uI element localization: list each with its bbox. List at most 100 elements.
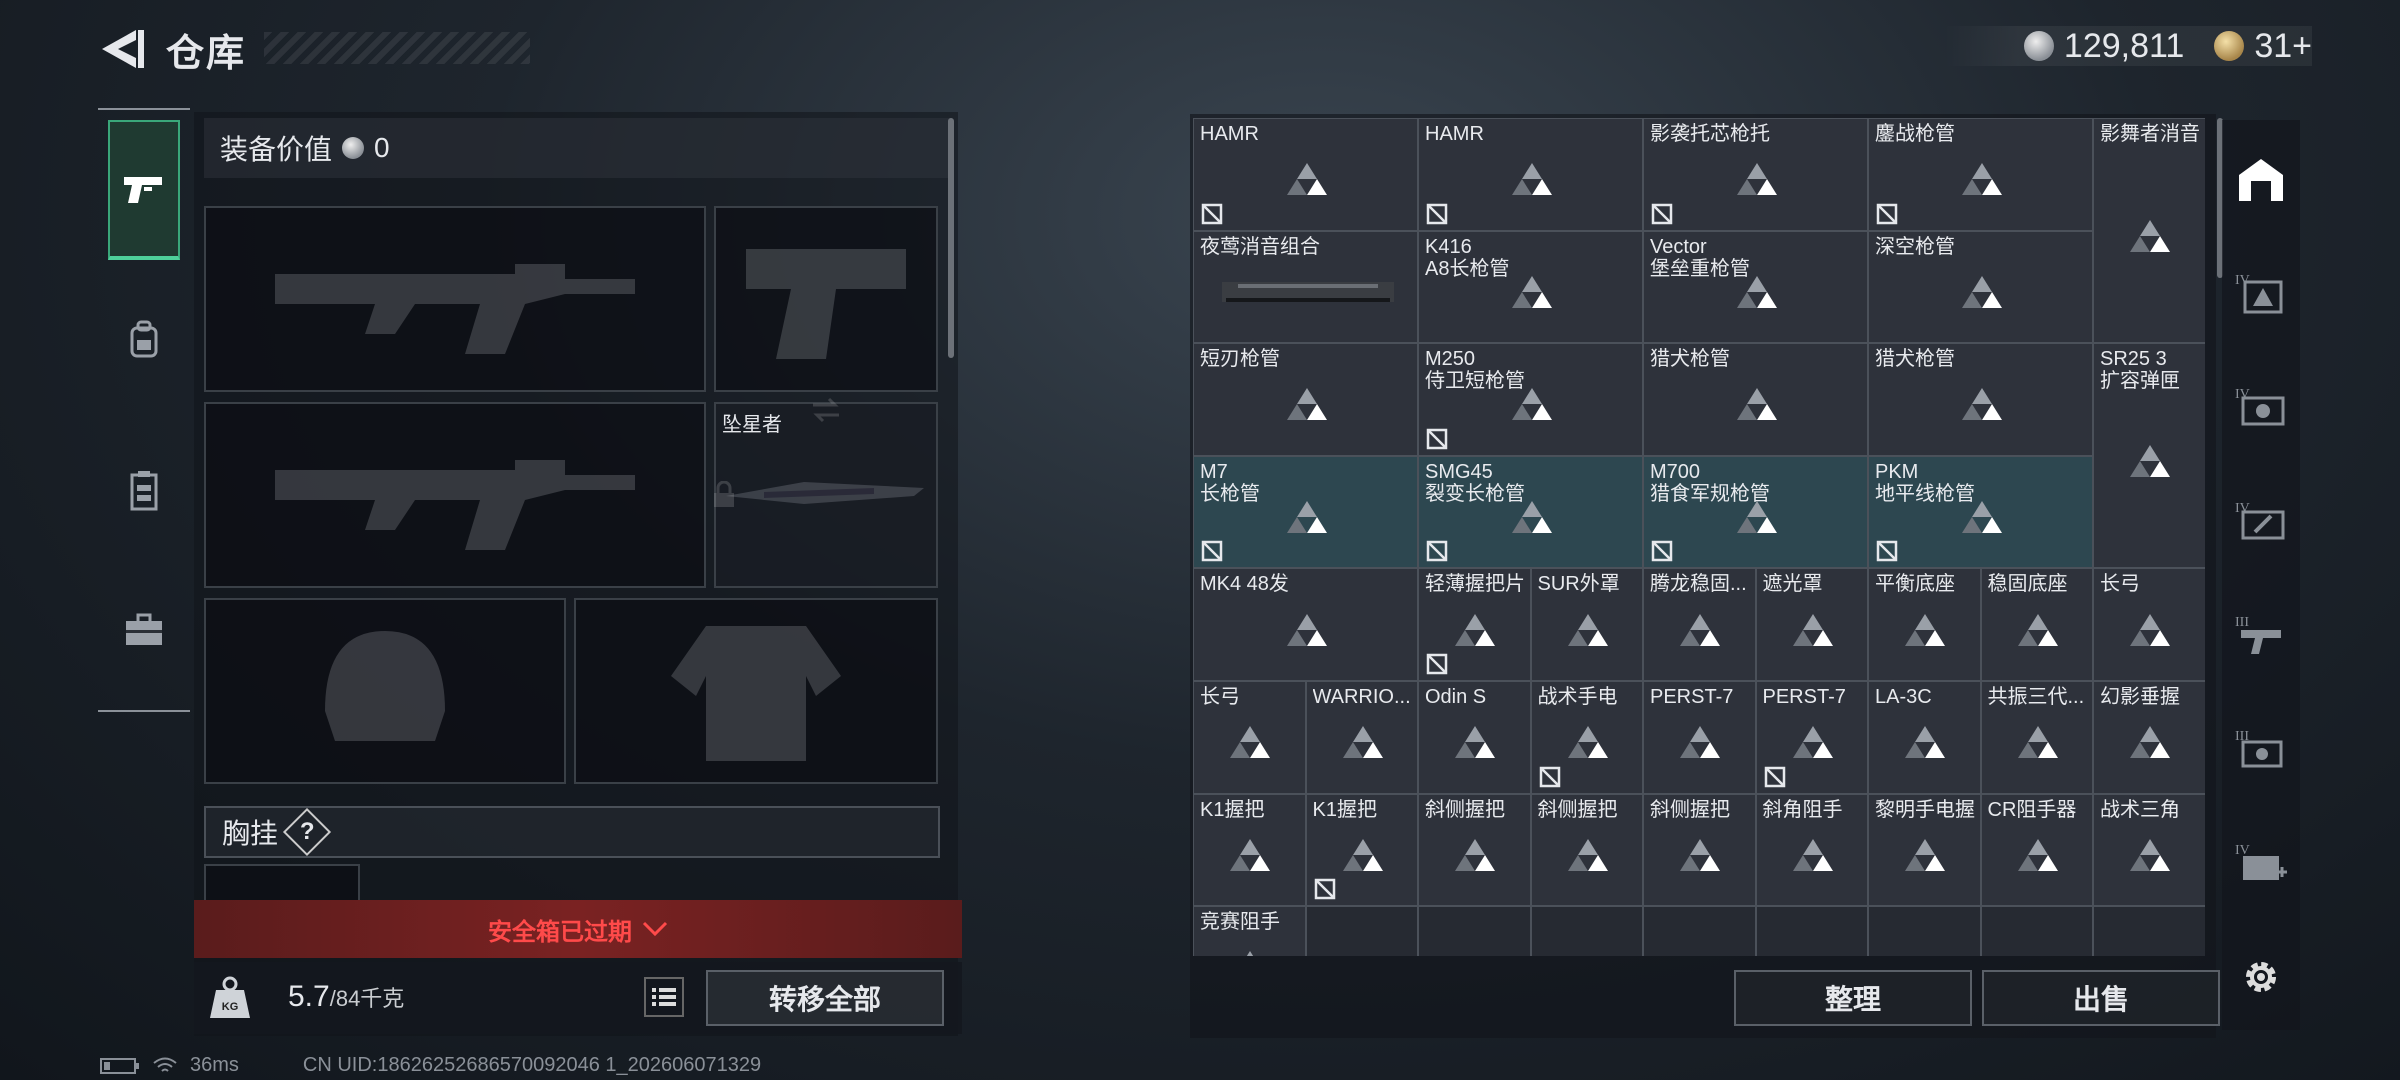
chest-rig-label: 胸挂	[222, 818, 279, 849]
tier-triangle-icon	[1230, 838, 1271, 871]
storage-item[interactable]: K416 A8长枪管	[1418, 230, 1643, 344]
chest-rig-slot[interactable]	[204, 864, 360, 900]
tab-backpack[interactable]	[108, 270, 180, 410]
no-entry-icon	[1539, 766, 1560, 787]
tier-triangle-icon	[1961, 275, 2002, 308]
tab-weapons[interactable]	[108, 120, 180, 260]
tier-triangle-icon	[1286, 501, 1327, 534]
storage-item[interactable]: PERST-7	[1643, 681, 1756, 794]
settings-button[interactable]	[2230, 946, 2292, 1008]
storage-item[interactable]: MK4 48发	[1193, 568, 1418, 681]
empty-slot[interactable]	[1418, 906, 1531, 956]
tab-storage-tier4-b[interactable]: IV	[2230, 376, 2292, 438]
storage-item[interactable]: M7 长枪管	[1193, 455, 1418, 569]
melee-slot[interactable]: 坠星者	[714, 397, 938, 588]
storage-item[interactable]: 遮光罩	[1755, 568, 1868, 681]
storage-item[interactable]: PERST-7	[1755, 681, 1868, 794]
empty-slot[interactable]	[1305, 906, 1418, 956]
tab-vest[interactable]	[108, 420, 180, 560]
storage-item[interactable]: 影袭托芯枪托	[1643, 118, 1868, 231]
transfer-all-button[interactable]: 转移全部	[706, 970, 944, 1026]
back-arrow-icon[interactable]	[96, 26, 146, 72]
tab-storage-tier3-a[interactable]: III	[2230, 604, 2292, 666]
storage-item[interactable]: 斜侧握把	[1418, 793, 1531, 907]
tab-storage-tier4-d[interactable]: IV	[2230, 832, 2292, 894]
pistol-slot[interactable]	[714, 206, 938, 392]
tier-triangle-icon	[2017, 726, 2058, 759]
storage-item[interactable]: SUR外罩	[1530, 568, 1643, 681]
storage-item[interactable]: Odin S	[1418, 681, 1531, 794]
sort-button[interactable]: 整理	[1734, 970, 1972, 1026]
tab-safe-house[interactable]	[2230, 148, 2292, 210]
item-name: 斜侧握把	[1425, 798, 1505, 821]
empty-slot[interactable]	[1530, 906, 1643, 956]
storage-item[interactable]: 稳固底座	[1980, 568, 2093, 681]
storage-item[interactable]: 斜侧握把	[1643, 793, 1756, 907]
item-name: 轻薄握把片	[1425, 573, 1525, 596]
right-tab-bar: IV IV IV III III IV	[2222, 120, 2300, 1030]
storage-item[interactable]: 幻影垂握	[2093, 681, 2205, 794]
list-view-button[interactable]	[644, 977, 684, 1017]
storage-item[interactable]: 轻薄握把片	[1418, 568, 1531, 681]
storage-item[interactable]: 腾龙稳固...	[1643, 568, 1756, 681]
tab-storage-tier3-b[interactable]: III	[2230, 718, 2292, 780]
storage-item[interactable]: 长弓	[2093, 568, 2205, 681]
empty-slot[interactable]	[1980, 906, 2093, 956]
storage-item[interactable]: 深空枪管	[1868, 230, 2093, 344]
storage-item[interactable]: WARRIO...	[1305, 681, 1418, 794]
safe-box-expired-banner[interactable]: 安全箱已过期	[194, 900, 962, 958]
storage-item[interactable]: 长弓	[1193, 681, 1306, 794]
storage-item[interactable]: HAMR	[1193, 118, 1418, 231]
storage-item[interactable]: 平衡底座	[1868, 568, 1981, 681]
storage-item[interactable]: K1握把	[1193, 793, 1306, 907]
empty-slot[interactable]	[1868, 906, 1981, 956]
storage-item[interactable]: 猎犬枪管	[1643, 343, 1868, 456]
tier-triangle-icon	[1961, 388, 2002, 421]
chest-rig-row[interactable]: 胸挂 ?	[204, 806, 940, 858]
storage-item[interactable]: 斜侧握把	[1530, 793, 1643, 907]
tier-triangle-icon	[1680, 613, 1721, 646]
tab-storage-tier4-a[interactable]: IV	[2230, 262, 2292, 324]
no-entry-icon	[1876, 203, 1898, 224]
storage-item[interactable]: HAMR	[1418, 118, 1643, 231]
storage-item[interactable]: 竞赛阻手	[1193, 906, 1306, 956]
empty-slot[interactable]	[1755, 906, 1868, 956]
storage-item[interactable]: PKM 地平线枪管	[1868, 455, 2093, 569]
armor-slot[interactable]	[574, 598, 938, 784]
swap-icon[interactable]	[811, 397, 841, 423]
secondary-weapon-slot[interactable]	[204, 402, 706, 588]
storage-item[interactable]: 影舞者消音	[2093, 118, 2205, 344]
storage-item[interactable]: M700 猎食军规枪管	[1643, 455, 1868, 569]
storage-item[interactable]: K1握把	[1305, 793, 1418, 907]
tab-toolbox[interactable]	[108, 560, 180, 700]
storage-item[interactable]: Vector 堡垒重枪管	[1643, 230, 1868, 344]
help-badge[interactable]: ?	[282, 807, 332, 857]
equipment-scrollbar[interactable]	[948, 118, 954, 358]
storage-item[interactable]: 共振三代...	[1980, 681, 2093, 794]
item-name: 竞赛阻手	[1200, 911, 1280, 934]
no-entry-icon	[1426, 541, 1448, 562]
storage-item[interactable]: 鏖战枪管	[1868, 118, 2093, 231]
item-name: 影袭托芯枪托	[1650, 123, 1770, 145]
storage-item[interactable]: LA-3C	[1868, 681, 1981, 794]
tier-triangle-icon	[1567, 838, 1608, 871]
storage-item[interactable]: M250 侍卫短枪管	[1418, 343, 1643, 456]
storage-item[interactable]: 夜莺消音组合	[1193, 230, 1418, 344]
tab-storage-tier4-c[interactable]: IV	[2230, 490, 2292, 552]
primary-weapon-slot[interactable]	[204, 206, 706, 392]
empty-slot[interactable]	[2093, 906, 2205, 956]
sell-button[interactable]: 出售	[1982, 970, 2220, 1026]
storage-item[interactable]: 战术三角	[2093, 793, 2205, 907]
storage-item[interactable]: 黎明手电握	[1868, 793, 1981, 907]
storage-item[interactable]: SMG45 裂变长枪管	[1418, 455, 1643, 569]
storage-item[interactable]: SR25 3 扩容弹匣	[2093, 343, 2205, 569]
item-name: SR25 3 扩容弹匣	[2100, 348, 2180, 393]
storage-item[interactable]: 猎犬枪管	[1868, 343, 2093, 456]
tier-triangle-icon	[1961, 163, 2002, 196]
helmet-slot[interactable]	[204, 598, 566, 784]
storage-item[interactable]: 斜角阻手	[1755, 793, 1868, 907]
storage-item[interactable]: 战术手电	[1530, 681, 1643, 794]
storage-item[interactable]: 短刃枪管	[1193, 343, 1418, 456]
empty-slot[interactable]	[1643, 906, 1756, 956]
storage-item[interactable]: CR阻手器	[1980, 793, 2093, 907]
